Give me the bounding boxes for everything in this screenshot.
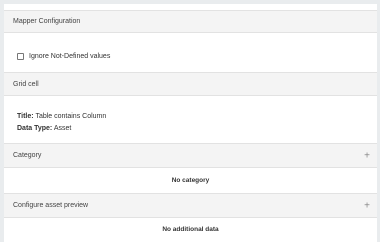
title-label: Title:: [17, 113, 34, 120]
data-type-value: Asset: [53, 125, 72, 132]
plus-icon[interactable]: +: [364, 150, 370, 161]
configure-asset-preview-title: Configure asset preview: [13, 202, 89, 209]
title-value: Table contains Column: [35, 113, 107, 120]
configure-asset-preview-header[interactable]: Configure asset preview +: [4, 193, 377, 218]
plus-icon[interactable]: +: [364, 200, 370, 211]
grid-cell-title: Grid cell: [13, 80, 39, 88]
category-header[interactable]: Category +: [4, 143, 377, 168]
data-type-label: Data Type:: [17, 125, 53, 132]
ignore-not-defined-checkbox[interactable]: [17, 53, 24, 60]
no-additional-data-message: No additional data: [162, 226, 219, 233]
mapper-configuration-header: Mapper Configuration: [4, 10, 377, 33]
grid-cell-header: Grid cell: [4, 72, 377, 96]
ignore-not-defined-option[interactable]: Ignore Not-Defined values: [17, 53, 110, 60]
mapper-configuration-title: Mapper Configuration: [13, 18, 81, 25]
grid-cell-title-row: Title: Table contains Column: [17, 113, 106, 120]
category-title: Category: [13, 152, 42, 159]
no-category-message: No category: [171, 177, 210, 184]
grid-cell-type-row: Data Type: Asset: [17, 125, 71, 132]
ignore-not-defined-label: Ignore Not-Defined values: [29, 53, 111, 60]
